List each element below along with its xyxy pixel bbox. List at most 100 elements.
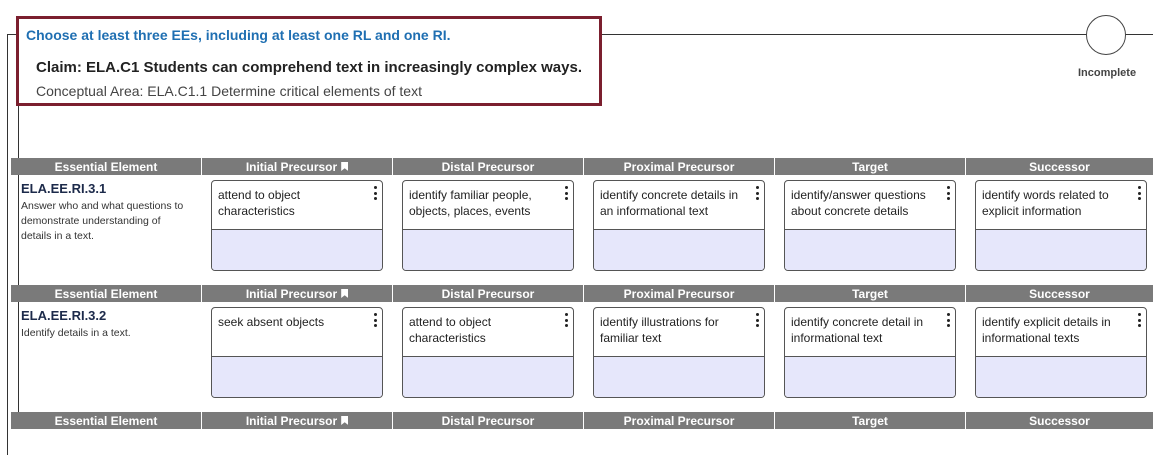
- node-cell: identify concrete detail in informationa…: [775, 302, 966, 412]
- kebab-menu-icon[interactable]: [1137, 313, 1141, 327]
- node-label: seek absent objects: [218, 315, 325, 329]
- node-cell: identify concrete details in an informat…: [584, 175, 775, 285]
- kebab-menu-icon[interactable]: [755, 313, 759, 327]
- node-drop-area[interactable]: [785, 356, 955, 397]
- kebab-menu-icon[interactable]: [946, 186, 950, 200]
- node-drop-area[interactable]: [976, 356, 1146, 397]
- header-initial-precursor: Initial Precursor: [202, 412, 393, 429]
- node-drop-area[interactable]: [785, 229, 955, 270]
- node-label: attend to object characteristics: [409, 315, 492, 345]
- header-label: Target: [852, 286, 888, 301]
- claim-text: Claim: ELA.C1 Students can comprehend te…: [36, 59, 582, 76]
- node-card[interactable]: attend to object characteristics: [211, 180, 383, 271]
- header-label: Essential Element: [54, 159, 158, 174]
- header-label: Essential Element: [54, 413, 158, 428]
- essential-element-cell: ELA.EE.RI.3.1 Answer who and what questi…: [11, 175, 202, 285]
- node-cell: seek absent objects: [202, 302, 393, 412]
- node-drop-area[interactable]: [403, 356, 573, 397]
- header-label: Initial Precursor: [245, 413, 338, 428]
- header-label: Initial Precursor: [245, 159, 338, 174]
- header-row: Essential Element Initial Precursor Dist…: [11, 285, 1153, 302]
- header-successor: Successor: [966, 412, 1153, 429]
- header-proximal-precursor: Proximal Precursor: [584, 285, 775, 302]
- node-card[interactable]: seek absent objects: [211, 307, 383, 398]
- node-drop-area[interactable]: [976, 229, 1146, 270]
- header-label: Initial Precursor: [245, 286, 338, 301]
- conceptual-area-text: Conceptual Area: ELA.C1.1 Determine crit…: [36, 83, 422, 99]
- ee-description: Answer who and what questions to demonst…: [21, 200, 184, 242]
- node-card[interactable]: identify explicit details in information…: [975, 307, 1147, 398]
- kebab-menu-icon[interactable]: [373, 313, 377, 327]
- node-card[interactable]: identify words related to explicit infor…: [975, 180, 1147, 271]
- node-drop-area[interactable]: [403, 229, 573, 270]
- node-label: identify explicit details in information…: [982, 315, 1111, 345]
- ee-row: ELA.EE.RI.3.2 Identify details in a text…: [11, 302, 1153, 412]
- node-drop-area[interactable]: [212, 229, 382, 270]
- header-distal-precursor: Distal Precursor: [393, 412, 584, 429]
- header-initial-precursor: Initial Precursor: [202, 158, 393, 175]
- status-circle-icon[interactable]: [1086, 15, 1126, 55]
- header-distal-precursor: Distal Precursor: [393, 158, 584, 175]
- bookmark-icon: [341, 289, 349, 298]
- node-label: identify familiar people, objects, place…: [409, 188, 532, 218]
- node-label: identify words related to explicit infor…: [982, 188, 1109, 218]
- ee-row: ELA.EE.RI.3.1 Answer who and what questi…: [11, 175, 1153, 285]
- header-proximal-precursor: Proximal Precursor: [584, 412, 775, 429]
- bookmark-icon: [341, 416, 349, 425]
- essential-element-cell: ELA.EE.RI.3.2 Identify details in a text…: [11, 302, 202, 412]
- node-drop-area[interactable]: [594, 229, 764, 270]
- kebab-menu-icon[interactable]: [564, 313, 568, 327]
- kebab-menu-icon[interactable]: [755, 186, 759, 200]
- header-label: Successor: [1029, 413, 1090, 428]
- header-label: Proximal Precursor: [623, 286, 735, 301]
- node-card[interactable]: identify familiar people, objects, place…: [402, 180, 574, 271]
- header-essential-element: Essential Element: [11, 412, 202, 429]
- node-label: attend to object characteristics: [218, 188, 301, 218]
- node-card[interactable]: identify concrete detail in informationa…: [784, 307, 956, 398]
- kebab-menu-icon[interactable]: [564, 186, 568, 200]
- header-label: Target: [852, 159, 888, 174]
- header-target: Target: [775, 285, 966, 302]
- header-target: Target: [775, 158, 966, 175]
- header-successor: Successor: [966, 285, 1153, 302]
- header-row: Essential Element Initial Precursor Dist…: [11, 412, 1153, 429]
- header-label: Successor: [1029, 159, 1090, 174]
- learning-map-grid: Essential Element Initial Precursor Dist…: [11, 158, 1153, 429]
- header-distal-precursor: Distal Precursor: [393, 285, 584, 302]
- header-initial-precursor: Initial Precursor: [202, 285, 393, 302]
- bookmark-icon: [341, 162, 349, 171]
- node-card[interactable]: identify/answer questions about concrete…: [784, 180, 956, 271]
- instruction-box: Choose at least three EEs, including at …: [16, 16, 602, 106]
- node-cell: identify/answer questions about concrete…: [775, 175, 966, 285]
- node-label: identify/answer questions about concrete…: [791, 188, 926, 218]
- kebab-menu-icon[interactable]: [1137, 186, 1141, 200]
- node-card[interactable]: identify illustrations for familiar text: [593, 307, 765, 398]
- node-cell: attend to object characteristics: [393, 302, 584, 412]
- header-row: Essential Element Initial Precursor Dist…: [11, 158, 1153, 175]
- node-label: identify concrete detail in informationa…: [791, 315, 924, 345]
- ee-description: Identify details in a text.: [21, 327, 131, 339]
- node-cell: identify illustrations for familiar text: [584, 302, 775, 412]
- kebab-menu-icon[interactable]: [373, 186, 377, 200]
- node-label: identify illustrations for familiar text: [600, 315, 719, 345]
- header-target: Target: [775, 412, 966, 429]
- node-drop-area[interactable]: [212, 356, 382, 397]
- header-label: Distal Precursor: [441, 413, 535, 428]
- node-card[interactable]: attend to object characteristics: [402, 307, 574, 398]
- node-label: identify concrete details in an informat…: [600, 188, 739, 218]
- header-label: Distal Precursor: [441, 286, 535, 301]
- header-label: Proximal Precursor: [623, 413, 735, 428]
- status-label: Incomplete: [1078, 67, 1137, 79]
- node-cell: identify words related to explicit infor…: [966, 175, 1153, 285]
- node-drop-area[interactable]: [594, 356, 764, 397]
- instruction-text: Choose at least three EEs, including at …: [26, 27, 455, 43]
- header-successor: Successor: [966, 158, 1153, 175]
- header-label: Distal Precursor: [441, 159, 535, 174]
- ee-code: ELA.EE.RI.3.2: [21, 308, 107, 323]
- header-label: Successor: [1029, 286, 1090, 301]
- kebab-menu-icon[interactable]: [946, 313, 950, 327]
- node-cell: identify familiar people, objects, place…: [393, 175, 584, 285]
- node-card[interactable]: identify concrete details in an informat…: [593, 180, 765, 271]
- header-label: Target: [852, 413, 888, 428]
- ee-code: ELA.EE.RI.3.1: [21, 181, 107, 196]
